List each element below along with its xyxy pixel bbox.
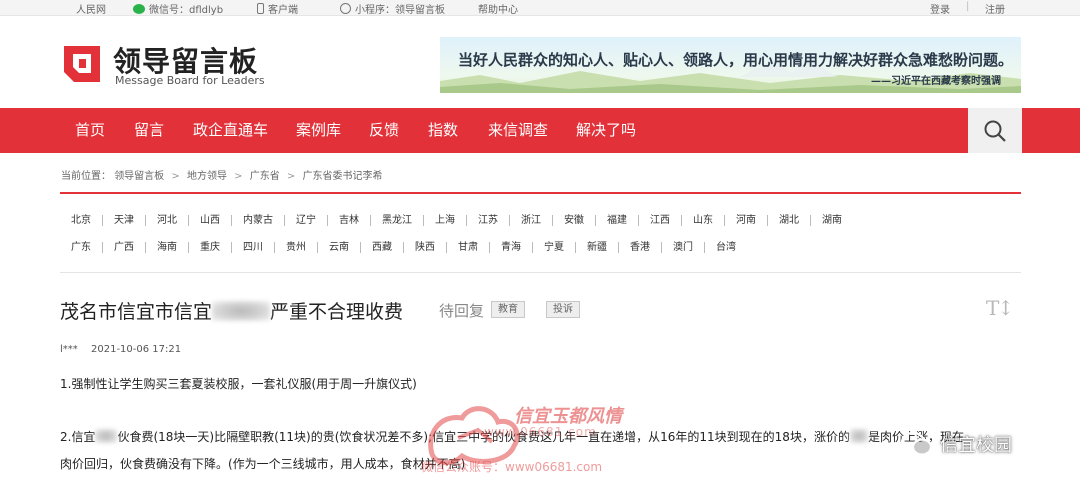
province-link[interactable]: 澳门: [662, 241, 705, 253]
nav-item-resolved[interactable]: 解决了吗: [576, 108, 636, 153]
client-label: 客户端: [268, 5, 298, 16]
nav-item-enterprise[interactable]: 政企直通车: [193, 108, 268, 153]
province-link[interactable]: 江西: [639, 214, 682, 226]
province-link[interactable]: 四川: [232, 241, 275, 253]
province-link[interactable]: 山西: [189, 214, 232, 226]
province-link[interactable]: 云南: [318, 241, 361, 253]
province-link[interactable]: 黑龙江: [371, 214, 424, 226]
divider: [60, 272, 1021, 273]
wechat-account[interactable]: 微信号：dfldlyb: [133, 1, 223, 16]
watermark-url: www.06681.com: [484, 425, 597, 439]
brand-english-name: Message Board for Leaders: [115, 74, 265, 87]
province-link[interactable]: 西藏: [361, 241, 404, 253]
province-link[interactable]: 天津: [103, 214, 146, 226]
paragraph-text: 2.信宜: [60, 430, 96, 444]
province-link[interactable]: 江苏: [467, 214, 510, 226]
breadcrumb-separator: >: [234, 171, 243, 182]
province-link[interactable]: 台湾: [705, 242, 747, 253]
breadcrumb-item[interactable]: 领导留言板: [114, 171, 164, 182]
banner-quote: 当好人民群众的知心人、贴心人、领路人，用心用情用力解决好群众急难愁盼问题。: [458, 51, 1014, 69]
nav-item-feedback[interactable]: 反馈: [369, 108, 399, 153]
breadcrumb-separator: >: [286, 171, 296, 182]
redacted-text: [849, 429, 868, 443]
nav-item-home[interactable]: 首页: [75, 108, 105, 153]
province-link[interactable]: 陕西: [404, 241, 447, 253]
topbar-divider: |: [966, 1, 970, 12]
province-link[interactable]: 山东: [682, 214, 725, 226]
main-nav: 首页 留言 政企直通车 案例库 反馈 指数 来信调查 解决了吗: [0, 108, 1080, 153]
nav-item-survey[interactable]: 来信调查: [488, 108, 548, 153]
wechat-icon: [900, 431, 933, 456]
nav-item-cases[interactable]: 案例库: [296, 108, 341, 153]
province-link[interactable]: 广东: [60, 241, 103, 253]
complaint-tag[interactable]: 投诉: [546, 301, 580, 318]
province-link[interactable]: 河南: [725, 214, 768, 226]
phone-icon: [257, 3, 264, 14]
province-link[interactable]: 福建: [596, 214, 639, 226]
miniprogram-icon: [340, 3, 351, 14]
banner-source: ——习近平在西藏考察时强调: [871, 76, 1001, 87]
category-tag[interactable]: 教育: [491, 301, 525, 318]
search-button[interactable]: [968, 108, 1022, 153]
province-link[interactable]: 广西: [103, 241, 146, 253]
province-row: 北京 天津 河北 山西 内蒙古 辽宁 吉林 黑龙江 上海 江苏 浙江 安徽 福建 江西 山东 河南 湖北 湖南: [60, 212, 853, 228]
province-link[interactable]: 新疆: [576, 241, 619, 253]
help-center-link[interactable]: 帮助中心: [478, 1, 518, 16]
search-icon: [984, 120, 1006, 142]
province-link[interactable]: 吉林: [328, 214, 371, 226]
miniprogram-label: 小程序：领导留言板: [355, 5, 445, 16]
client-link[interactable]: 客户端: [257, 1, 298, 16]
logo-icon[interactable]: [60, 42, 104, 86]
breadcrumb-prefix: 当前位置：: [61, 171, 111, 182]
province-link[interactable]: 安徽: [553, 214, 596, 226]
province-link[interactable]: 上海: [424, 214, 467, 226]
nav-item-message[interactable]: 留言: [134, 108, 164, 153]
status-badge: 待回复: [439, 302, 485, 320]
breadcrumb-item[interactable]: 广东省委书记李希: [302, 171, 382, 182]
breadcrumb: 当前位置： 领导留言板 > 地方领导 > 广东省 > 广东省委书记李希: [61, 167, 382, 182]
wechat-label: 微信号：dfldlyb: [149, 5, 224, 16]
message-title-end: 严重不合理收费: [270, 301, 404, 323]
province-link[interactable]: 北京: [60, 214, 103, 226]
province-link[interactable]: 甘肃: [447, 241, 490, 253]
author-name: l***: [60, 344, 78, 355]
province-link[interactable]: 河北: [146, 214, 189, 226]
people-link[interactable]: 人民网: [76, 1, 106, 16]
redacted-text: [212, 301, 271, 321]
province-link[interactable]: 重庆: [189, 241, 232, 253]
province-link[interactable]: 宁夏: [533, 241, 576, 253]
breadcrumb-item[interactable]: 地方领导: [187, 171, 227, 182]
province-link[interactable]: 青海: [490, 241, 533, 253]
message-title: 茂名市信宜市信宜 严重不合理收费: [60, 297, 403, 324]
province-link[interactable]: 辽宁: [285, 214, 328, 226]
province-link[interactable]: 湖北: [768, 214, 811, 226]
corner-watermark: 信宜校园: [900, 430, 1012, 458]
watermark-account: 微信公众账号：www06681.com: [421, 460, 603, 474]
login-link[interactable]: 登录: [930, 1, 950, 16]
corner-watermark-text: 信宜校园: [940, 435, 1012, 456]
province-link[interactable]: 贵州: [275, 241, 318, 253]
province-link[interactable]: 香港: [619, 241, 662, 253]
header-banner: 当好人民群众的知心人、贴心人、领路人，用心用情用力解决好群众急难愁盼问题。 ——…: [440, 37, 1021, 93]
province-link[interactable]: 内蒙古: [232, 214, 285, 226]
province-link[interactable]: 浙江: [510, 214, 553, 226]
message-paragraph: 肉价回归，伙食费确没有下降。(作为一个三线城市，用人成本，食材并不高): [60, 457, 466, 471]
breadcrumb-separator: >: [171, 171, 180, 182]
province-row: 广东 广西 海南 重庆 四川 贵州 云南 西藏 陕西 甘肃 青海 宁夏 新疆 香港 澳门 台湾: [60, 239, 747, 255]
register-link[interactable]: 注册: [985, 1, 1005, 16]
province-link[interactable]: 海南: [146, 241, 189, 253]
post-time: 2021-10-06 17:21: [91, 344, 182, 355]
top-bar: 人民网 微信号：dfldlyb 客户端 小程序：领导留言板 帮助中心 登录 | …: [0, 0, 1080, 16]
message-title-start: 茂名市信宜市信宜: [60, 301, 213, 323]
breadcrumb-item[interactable]: 广东省: [250, 171, 280, 182]
province-link[interactable]: 湖南: [811, 215, 853, 226]
wechat-icon: [133, 3, 145, 14]
font-size-icon[interactable]: T↕: [986, 296, 1014, 320]
divider: [60, 192, 1021, 194]
miniprogram-link[interactable]: 小程序：领导留言板: [340, 1, 445, 16]
nav-item-index[interactable]: 指数: [428, 108, 458, 153]
redacted-text: [95, 429, 118, 443]
message-paragraph: 1.强制性让学生购买三套夏装校服，一套礼仪服(用于周一升旗仪式): [60, 377, 417, 391]
